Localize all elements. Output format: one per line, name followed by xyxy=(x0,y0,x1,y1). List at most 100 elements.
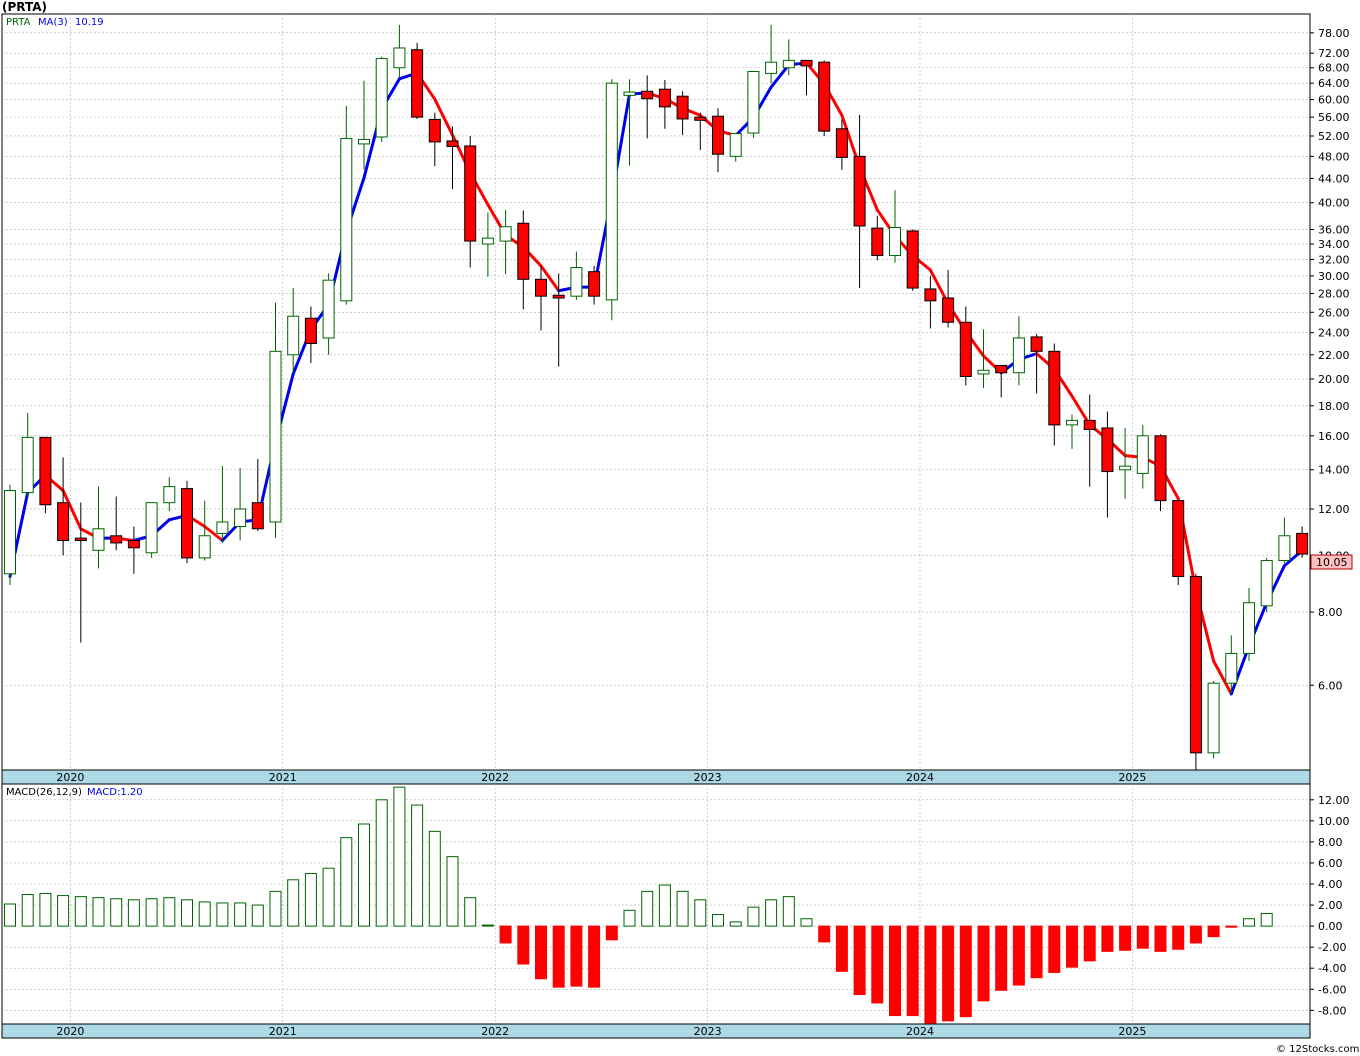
candle-body xyxy=(1207,682,1220,754)
candle-body xyxy=(57,502,70,542)
year-label: 2023 xyxy=(694,771,722,784)
price-tick-label: 28.00 xyxy=(1318,287,1350,300)
macd-bar xyxy=(358,823,370,927)
chart-title: (PRTA) xyxy=(2,0,47,14)
macd-legend-value: MACD:1.20 xyxy=(87,787,143,798)
candle-body xyxy=(92,528,105,551)
macd-bar xyxy=(605,925,618,941)
macd-bar xyxy=(287,879,300,927)
macd-bar xyxy=(712,914,724,927)
candle-body xyxy=(251,502,264,530)
macd-bar xyxy=(145,898,158,927)
macd-bar xyxy=(623,909,636,927)
macd-bar xyxy=(570,925,583,987)
macd-bar xyxy=(127,899,140,927)
price-legend-ma-value: 10.19 xyxy=(75,17,104,28)
year-label: 2020 xyxy=(56,771,84,784)
macd-date-axis xyxy=(1,1023,1311,1039)
candle-body xyxy=(959,321,972,377)
price-tick-label: 52.00 xyxy=(1318,130,1350,143)
macd-bar xyxy=(304,872,317,927)
candle-body xyxy=(163,486,176,504)
candle xyxy=(411,42,424,119)
candle-body xyxy=(517,222,530,280)
candle-body xyxy=(889,226,901,257)
macd-bar xyxy=(481,924,494,927)
macd-tick-label: -8.00 xyxy=(1318,1004,1346,1017)
macd-bar xyxy=(1207,925,1220,938)
candle-body xyxy=(871,227,884,257)
candle-body xyxy=(1101,427,1114,473)
macd-bar xyxy=(694,899,707,927)
candle-body xyxy=(641,90,654,100)
candle-body xyxy=(1136,435,1149,474)
candle-body xyxy=(393,47,406,69)
macd-bar xyxy=(198,901,211,927)
price-tick-label: 44.00 xyxy=(1318,172,1350,185)
macd-bar xyxy=(818,925,831,943)
macd-bar xyxy=(57,895,70,927)
macd-bar xyxy=(906,925,919,1017)
candle xyxy=(1260,557,1273,613)
candle xyxy=(605,79,618,321)
price-tick-label: 32.00 xyxy=(1318,253,1350,266)
candle-body xyxy=(1012,337,1025,374)
macd-bar xyxy=(1172,925,1185,950)
candle-body xyxy=(729,133,742,157)
macd-bar xyxy=(800,918,813,927)
candle-body xyxy=(234,508,247,528)
macd-bar xyxy=(1048,925,1061,973)
candle-body xyxy=(1260,559,1273,607)
macd-bar xyxy=(74,896,87,927)
candle-body xyxy=(924,288,937,302)
price-legend-symbol: PRTA xyxy=(6,17,31,28)
macd-bar xyxy=(375,799,388,927)
macd-bar xyxy=(340,837,353,927)
candle-body xyxy=(74,537,87,542)
candle xyxy=(747,71,760,138)
year-label: 2022 xyxy=(481,1025,509,1038)
macd-bar xyxy=(924,925,937,1024)
macd-tick-label: 12.00 xyxy=(1318,794,1350,807)
price-tick-label: 60.00 xyxy=(1318,94,1350,107)
macd-bar xyxy=(959,925,972,1018)
candle-body xyxy=(623,91,636,96)
year-label: 2025 xyxy=(1118,771,1146,784)
macd-tick-label: 0.00 xyxy=(1318,920,1343,933)
macd-bar xyxy=(251,904,264,927)
macd-bar xyxy=(21,894,34,927)
candle-body xyxy=(269,350,282,523)
macd-bar xyxy=(676,890,689,927)
macd-bar xyxy=(1083,925,1096,962)
macd-bar xyxy=(446,856,459,927)
candle-body xyxy=(694,116,707,121)
price-legend-ma-label: MA(3) xyxy=(38,17,68,28)
candle xyxy=(375,56,388,142)
macd-bar xyxy=(835,925,848,972)
candle-body xyxy=(481,237,494,245)
macd-bar xyxy=(1119,925,1132,951)
candle-body xyxy=(835,128,848,158)
macd-tick-label: 4.00 xyxy=(1318,878,1343,891)
macd-tick-label: -2.00 xyxy=(1318,941,1346,954)
macd-bar xyxy=(234,902,247,927)
macd-bar xyxy=(517,925,530,965)
candle xyxy=(818,60,831,136)
price-tick-label: 26.00 xyxy=(1318,306,1350,319)
candle-body xyxy=(181,488,193,559)
candle-body xyxy=(1225,652,1238,684)
candle-body xyxy=(375,58,388,138)
price-tick-label: 40.00 xyxy=(1318,197,1350,210)
candle-body xyxy=(588,271,601,297)
watermark: © 12Stocks.com xyxy=(1276,1044,1359,1055)
macd-bar xyxy=(535,925,547,980)
price-tick-label: 64.00 xyxy=(1318,77,1350,90)
macd-bar xyxy=(729,921,742,927)
macd-bar xyxy=(942,925,955,1022)
candle-body xyxy=(127,540,140,549)
price-tick-label: 78.00 xyxy=(1318,27,1350,40)
price-tick-label: 14.00 xyxy=(1318,464,1350,477)
candle-body xyxy=(428,118,441,143)
year-label: 2020 xyxy=(56,1025,84,1038)
candle xyxy=(1172,500,1185,585)
